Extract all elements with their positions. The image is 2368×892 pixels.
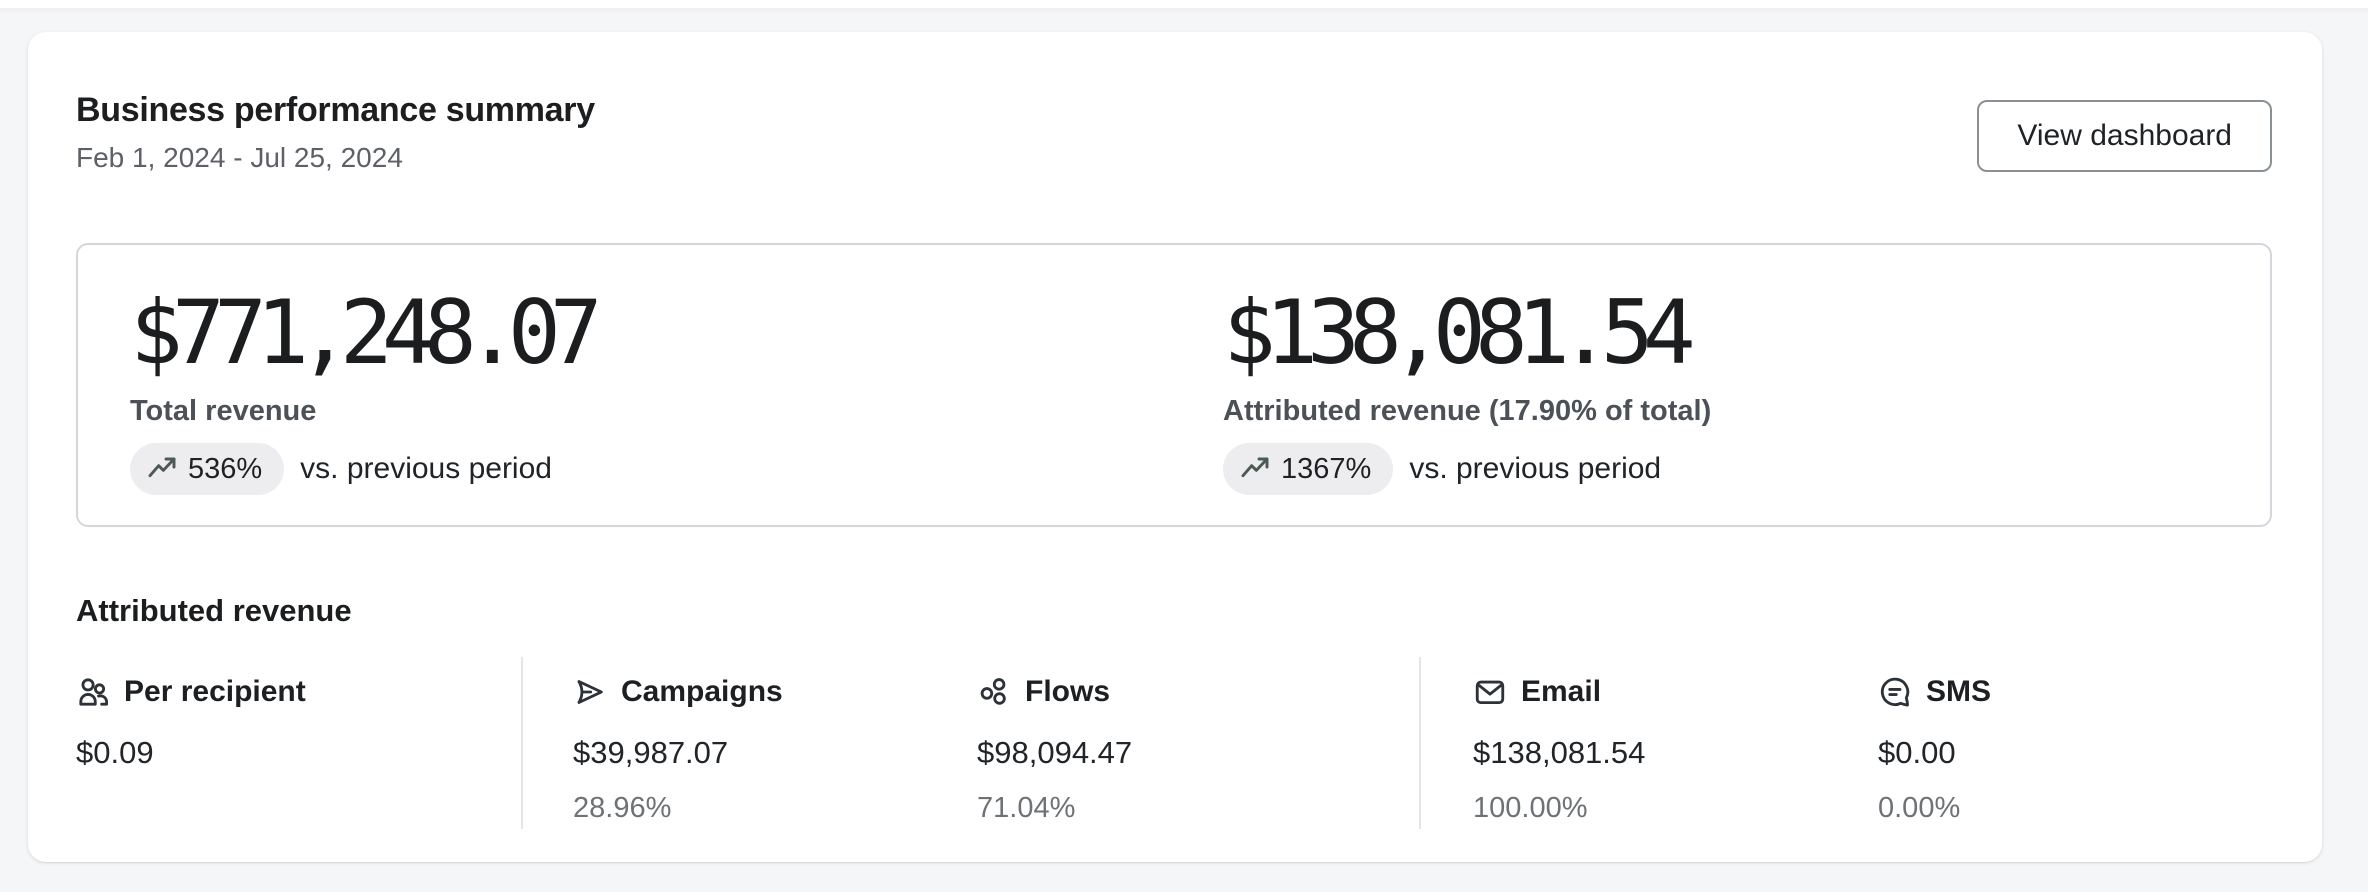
- column-percent: 0.00%: [1878, 792, 1961, 824]
- send-icon: [573, 675, 607, 709]
- trending-up-icon: [1239, 453, 1271, 485]
- column-label: Flows: [1025, 675, 1111, 708]
- column-value: $98,094.47: [977, 735, 1133, 770]
- view-dashboard-button[interactable]: View dashboard: [1977, 100, 2272, 172]
- sms-icon: [1878, 675, 1912, 709]
- per-recipient-header: Per recipient: [76, 675, 521, 709]
- trend-value: 1367%: [1281, 453, 1372, 485]
- metrics-box: $771,248.07 Total revenue 536% vs. previ…: [76, 243, 2272, 527]
- column-percent: 28.96%: [573, 792, 672, 824]
- email-column: Email $138,081.54 100.00%: [1473, 657, 1878, 829]
- trend-badge: 536%: [130, 443, 285, 495]
- attributed-revenue-heading: Attributed revenue: [76, 593, 352, 628]
- flows-header: Flows: [977, 675, 1419, 709]
- trend-comparison: vs. previous period: [300, 452, 552, 485]
- column-value: $39,987.07: [573, 735, 729, 770]
- header-text-block: Business performance summary Feb 1, 2024…: [76, 90, 595, 176]
- trend-value: 536%: [188, 453, 263, 485]
- column-value: $0.09: [76, 735, 154, 770]
- people-icon: [76, 675, 110, 709]
- per-recipient-column: Per recipient $0.09: [76, 657, 523, 829]
- flows-icon: [977, 675, 1011, 709]
- trend-comparison: vs. previous period: [1409, 452, 1662, 485]
- total-revenue-trend-row: 536% vs. previous period: [130, 443, 1223, 495]
- column-label: Email: [1521, 675, 1602, 708]
- date-range: Feb 1, 2024 - Jul 25, 2024: [76, 142, 403, 173]
- page-title: Business performance summary: [76, 91, 595, 129]
- sms-column: SMS $0.00 0.00%: [1878, 657, 2272, 829]
- business-performance-card: Business performance summary Feb 1, 2024…: [28, 32, 2322, 862]
- total-revenue-amount: $771,248.07: [130, 281, 603, 384]
- total-revenue-metric: $771,248.07 Total revenue 536% vs. previ…: [130, 289, 1223, 525]
- trending-up-icon: [146, 453, 178, 485]
- total-revenue-label: Total revenue: [130, 395, 317, 427]
- campaigns-column: Campaigns $39,987.07 28.96%: [573, 657, 977, 829]
- campaigns-header: Campaigns: [573, 675, 977, 709]
- attributed-revenue-label: Attributed revenue (17.90% of total): [1223, 395, 1712, 427]
- card-header: Business performance summary Feb 1, 2024…: [76, 90, 2272, 176]
- column-value: $0.00: [1878, 735, 1956, 770]
- attributed-revenue-trend-row: 1367% vs. previous period: [1223, 443, 1711, 495]
- email-icon: [1473, 675, 1507, 709]
- column-label: Campaigns: [621, 675, 783, 708]
- attributed-revenue-metric: $138,081.54 Attributed revenue (17.90% o…: [1223, 289, 1711, 525]
- trend-badge: 1367%: [1223, 443, 1394, 495]
- column-label: Per recipient: [124, 675, 306, 708]
- flows-column: Flows $98,094.47 71.04%: [977, 657, 1421, 829]
- column-percent: 100.00%: [1473, 792, 1588, 824]
- column-percent: 71.04%: [977, 792, 1076, 824]
- email-header: Email: [1473, 675, 1878, 709]
- attributed-revenue-amount: $138,081.54: [1223, 281, 1696, 384]
- column-value: $138,081.54: [1473, 735, 1646, 770]
- sms-header: SMS: [1878, 675, 2272, 709]
- column-label: SMS: [1926, 675, 1992, 708]
- attributed-revenue-breakdown: Per recipient $0.09 Campaigns $39,987.07…: [76, 657, 2272, 829]
